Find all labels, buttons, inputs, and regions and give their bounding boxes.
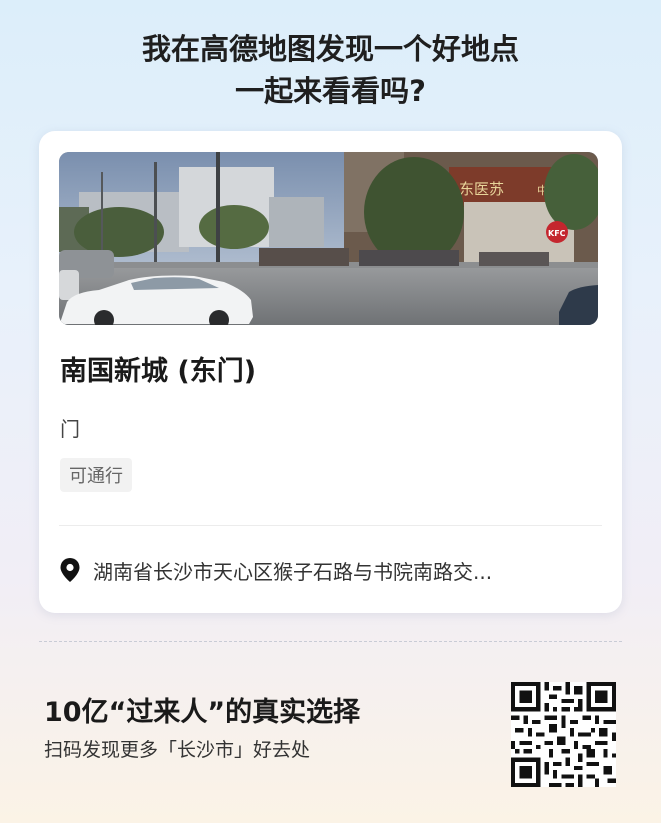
poi-photo[interactable]: 东医苏 中心 KFC: [59, 152, 598, 325]
section-divider: [39, 641, 622, 642]
qr-code[interactable]: [511, 682, 616, 787]
address-text: 湖南省长沙市天心区猴子石路与书院南路交...: [93, 559, 493, 584]
street-scene-image: 东医苏 中心 KFC: [59, 152, 598, 325]
poi-name: 南国新城 (东门): [60, 356, 257, 387]
poi-address[interactable]: 湖南省长沙市天心区猴子石路与书院南路交...: [59, 555, 599, 585]
poi-category: 门: [60, 417, 80, 441]
shop-sign-text: 东医苏: [459, 180, 504, 198]
headline-line-1: 我在高德地图发现一个好地点: [141, 32, 519, 66]
poi-card[interactable]: 东医苏 中心 KFC: [39, 131, 622, 613]
share-headline: 我在高德地图发现一个好地点 一起来看看吗?: [0, 28, 661, 112]
headline-line-2: 一起来看看吗?: [235, 74, 426, 108]
promo-subtitle: 扫码发现更多「长沙市」好去处: [44, 739, 311, 761]
access-tag: 可通行: [60, 458, 132, 492]
promo-title: 10亿“过来人”的真实选择: [44, 697, 361, 728]
card-divider: [59, 525, 602, 526]
kfc-logo-text: KFC: [548, 229, 566, 238]
location-pin-icon: [60, 558, 80, 582]
